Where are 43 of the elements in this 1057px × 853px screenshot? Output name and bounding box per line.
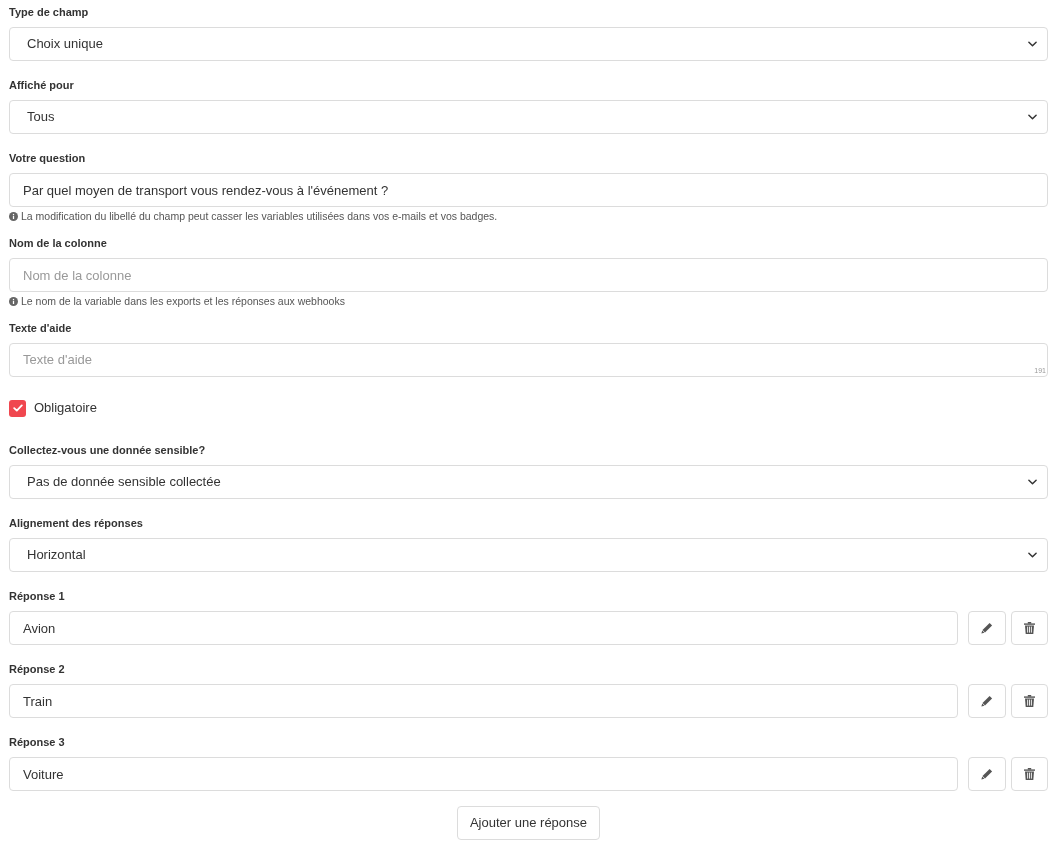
answer-input-field[interactable]: Train (9, 684, 958, 718)
field-label: Votre question (9, 151, 86, 166)
select-field[interactable]: Horizontal (9, 538, 1048, 572)
field-label: Texte d'aide (9, 321, 72, 336)
field-label: Réponse 1 (9, 589, 65, 604)
delete-button[interactable] (1011, 684, 1048, 718)
delete-button[interactable] (1011, 611, 1048, 645)
field-label: Alignement des réponses (9, 516, 143, 531)
add-answer-button[interactable]: Ajouter une réponse (456, 806, 601, 840)
pencil-icon (981, 695, 993, 707)
checkbox[interactable] (9, 399, 26, 417)
answer-input-field[interactable]: Voiture (9, 757, 958, 791)
pencil-icon (981, 622, 993, 634)
chevron-down-icon (1028, 41, 1037, 47)
trash-icon (1024, 622, 1035, 634)
input-field[interactable]: Nom de la colonne (9, 258, 1048, 292)
pencil-icon (981, 768, 993, 780)
answer-input-field[interactable]: Avion (9, 611, 958, 645)
field-label: Réponse 3 (9, 735, 65, 750)
select-field[interactable]: Pas de donnée sensible collectée (9, 465, 1048, 499)
edit-button[interactable] (968, 684, 1006, 718)
checkmark-icon (12, 404, 23, 412)
info-icon (9, 296, 18, 306)
select-field[interactable]: Choix unique (9, 27, 1048, 61)
chevron-down-icon (1028, 114, 1037, 120)
field-label: Collectez-vous une donnée sensible? (9, 443, 206, 458)
chevron-down-icon (1028, 552, 1037, 558)
trash-icon (1024, 695, 1035, 707)
info-icon (9, 211, 18, 221)
field-label: Réponse 2 (9, 662, 65, 677)
help-text: La modification du libellé du champ peut casser les variables utilisées dans vos e-mails et vos badges. (21, 209, 498, 224)
trash-icon (1024, 768, 1035, 780)
delete-button[interactable] (1011, 757, 1048, 791)
help-text: Le nom de la variable dans les exports et les réponses aux webhooks (21, 294, 345, 309)
input-field[interactable]: Par quel moyen de transport vous rendez-vous à l'événement ? (9, 173, 1048, 207)
edit-button[interactable] (968, 611, 1006, 645)
field-label: Affiché pour (9, 78, 74, 93)
field-label: Type de champ (9, 5, 89, 20)
checkbox-label: Obligatoire (34, 399, 97, 418)
field-label: Nom de la colonne (9, 236, 107, 251)
edit-button[interactable] (968, 757, 1006, 791)
chevron-down-icon (1028, 479, 1037, 485)
select-field[interactable]: Tous (9, 100, 1048, 134)
